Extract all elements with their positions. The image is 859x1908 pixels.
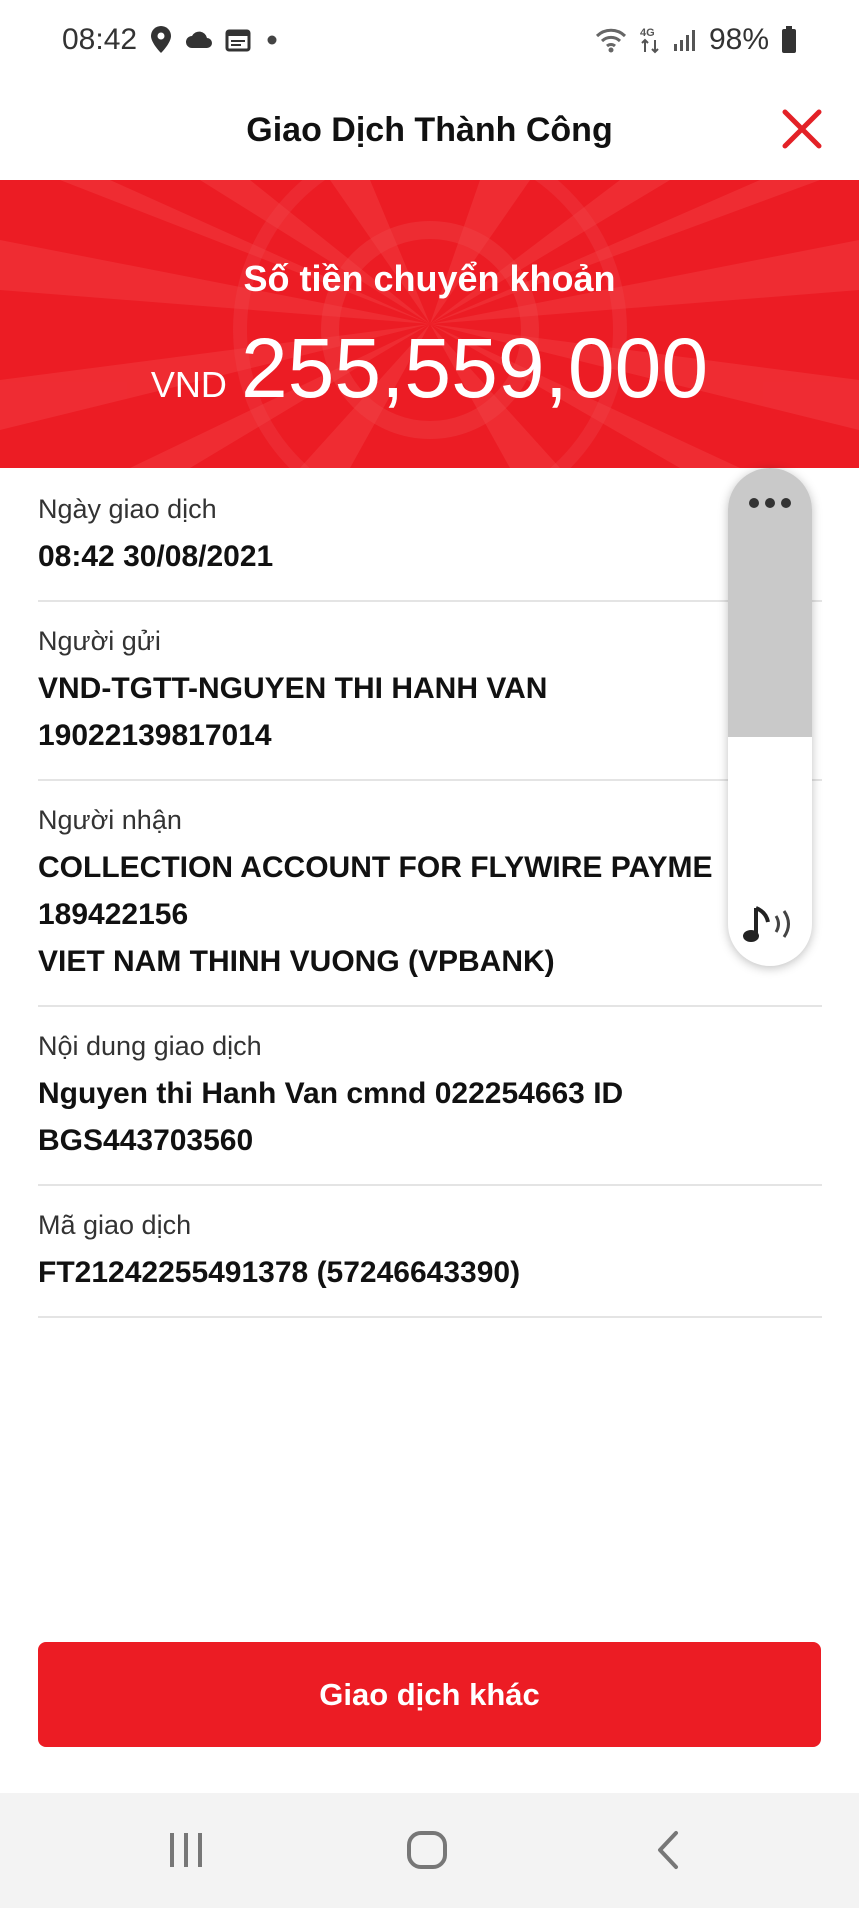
detail-row-content: Nội dung giao dịch Nguyen thi Hanh Van c… <box>38 1007 822 1186</box>
detail-row-transaction-id: Mã giao dịch FT21242255491378 (572466433… <box>38 1186 822 1318</box>
detail-row-sender: Người gửi VND-TGTT-NGUYEN THI HANH VAN 1… <box>38 602 822 781</box>
detail-label: Nội dung giao dịch <box>38 1031 262 1061</box>
detail-value: FT21242255491378 (57246643390) <box>38 1256 521 1289</box>
detail-value: Nguyen thi Hanh Van cmnd 022254663 ID <box>38 1077 624 1110</box>
detail-row-recipient: Người nhận COLLECTION ACCOUNT FOR FLYWIR… <box>38 781 822 1007</box>
battery-icon <box>781 26 797 54</box>
home-button[interactable] <box>403 1825 451 1880</box>
location-icon <box>149 25 173 55</box>
detail-label: Người nhận <box>38 805 182 835</box>
wifi-icon <box>595 26 627 54</box>
close-button[interactable] <box>775 102 829 156</box>
detail-label: Mã giao dịch <box>38 1210 192 1240</box>
page-title: Giao Dịch Thành Công <box>246 110 613 149</box>
more-dots-icon[interactable] <box>728 498 812 508</box>
amount-row: VND 255,559,000 <box>0 320 859 417</box>
currency-code: VND <box>150 364 227 405</box>
transaction-details: Ngày giao dịch 08:42 30/08/2021 Người gử… <box>38 470 822 1318</box>
detail-value: COLLECTION ACCOUNT FOR FLYWIRE PAYME <box>38 851 713 884</box>
music-note-icon[interactable] <box>742 902 798 951</box>
signal-icon <box>673 28 697 52</box>
network-4g-icon: 4G <box>639 25 661 55</box>
amount-label: Số tiền chuyển khoản <box>243 258 616 299</box>
close-icon <box>782 109 822 149</box>
battery-percent: 98% <box>708 23 769 56</box>
app-header: Giao Dịch Thành Công <box>0 80 859 180</box>
status-time: 08:42 <box>62 23 138 56</box>
recent-apps-icon <box>170 1833 202 1867</box>
detail-value: 08:42 30/08/2021 <box>38 540 274 573</box>
recent-apps-button[interactable] <box>162 1825 210 1880</box>
volume-slider-fill[interactable] <box>728 468 812 738</box>
back-button[interactable] <box>644 1825 692 1880</box>
detail-value: VIET NAM THINH VUONG (VPBANK) <box>38 945 555 978</box>
system-nav-bar <box>0 1793 859 1908</box>
detail-row-date: Ngày giao dịch 08:42 30/08/2021 <box>38 470 822 602</box>
calendar-icon <box>225 28 251 52</box>
detail-value: VND-TGTT-NGUYEN THI HANH VAN <box>38 672 548 705</box>
detail-value: 189422156 <box>38 898 189 931</box>
transfer-amount: 255,559,000 <box>240 321 709 415</box>
amount-banner: Số tiền chuyển khoản VND 255,559,000 <box>0 180 859 468</box>
dot-icon <box>263 31 281 49</box>
status-bar: 08:42 4G 98% <box>0 0 859 80</box>
status-bar-right: 4G 98% <box>595 23 797 57</box>
detail-label: Người gửi <box>38 626 161 656</box>
svg-text:4G: 4G <box>640 27 655 39</box>
volume-panel[interactable] <box>728 468 812 966</box>
other-transaction-button[interactable]: Giao dịch khác <box>38 1642 821 1747</box>
status-bar-left: 08:42 <box>62 23 281 57</box>
back-icon <box>658 1831 678 1869</box>
detail-value: BGS443703560 <box>38 1124 254 1157</box>
detail-label: Ngày giao dịch <box>38 494 217 524</box>
cloud-icon <box>185 30 213 50</box>
home-icon <box>407 1831 447 1869</box>
detail-value: 19022139817014 <box>38 719 272 752</box>
